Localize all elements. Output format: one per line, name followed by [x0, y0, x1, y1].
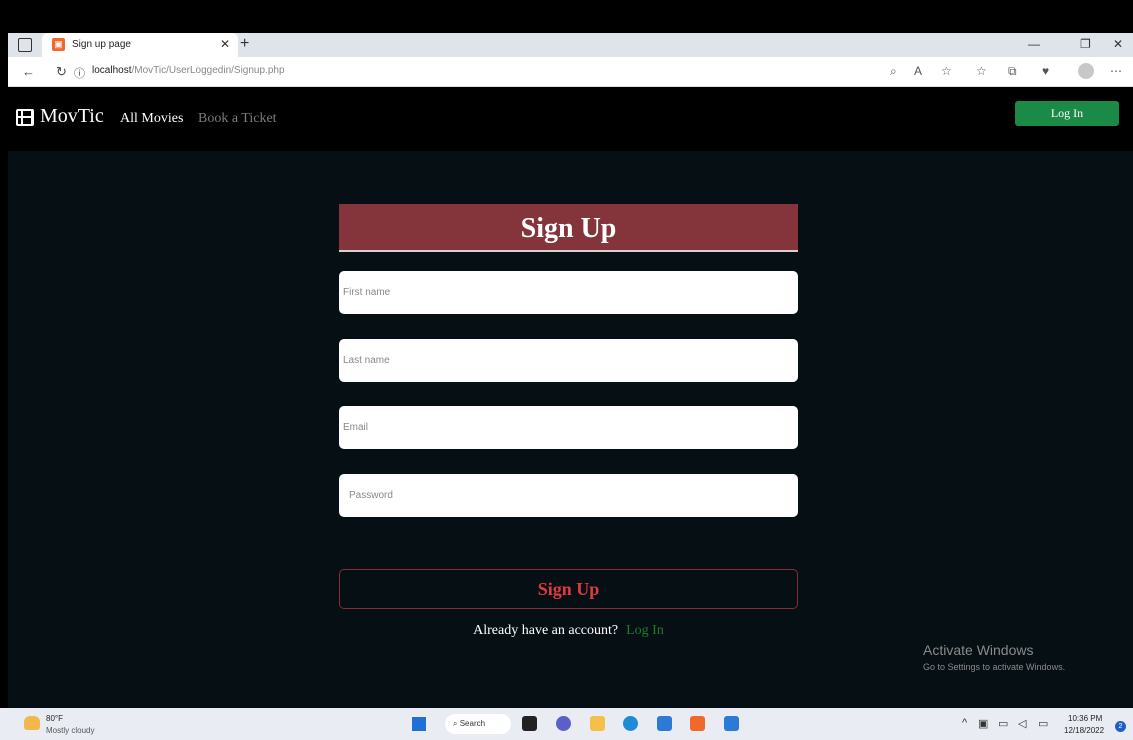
browser-toolbar: ← ↻ ⓘ localhost/MovTic/UserLoggedin/Sign… — [8, 57, 1133, 87]
more-menu-icon[interactable]: ⋯ — [1110, 64, 1122, 78]
last-name-field[interactable] — [339, 339, 798, 382]
weather-temp: 80°F — [46, 714, 63, 723]
profile-avatar[interactable] — [1078, 63, 1094, 79]
web-page: MovTic All Movies Book a Ticket Log In S… — [8, 87, 1133, 708]
add-favorite-icon[interactable]: ☆ — [941, 64, 952, 78]
favorites-icon[interactable]: ☆ — [976, 64, 987, 78]
login-prompt: Already have an account? Log In — [339, 623, 798, 639]
nav-all-movies[interactable]: All Movies — [120, 111, 183, 127]
network-icon[interactable]: ▭ — [998, 717, 1008, 730]
edge-browser-icon[interactable] — [623, 716, 638, 731]
signup-banner: Sign Up — [339, 204, 798, 252]
signup-submit-button[interactable]: Sign Up — [339, 569, 798, 609]
close-window-icon[interactable]: ✕ — [1113, 37, 1123, 51]
battery-icon[interactable]: ▭ — [1038, 717, 1048, 730]
clock-date[interactable]: 12/18/2022 — [1064, 726, 1104, 735]
login-link[interactable]: Log In — [626, 623, 664, 638]
start-icon[interactable] — [412, 717, 426, 731]
header-login-button[interactable]: Log In — [1015, 101, 1119, 126]
clock-time[interactable]: 10:36 PM — [1068, 714, 1102, 723]
address-bar[interactable]: localhost/MovTic/UserLoggedin/Signup.php — [92, 65, 285, 76]
activate-windows-watermark: Activate Windows Go to Settings to activ… — [923, 642, 1065, 672]
url-host: localhost — [92, 65, 132, 76]
search-icon: ⌕ — [453, 719, 460, 728]
back-icon[interactable]: ← — [22, 64, 35, 79]
search-label: Search — [459, 719, 486, 728]
windows-taskbar: 80°F Mostly cloudy ⌕ Search ^ ▣ ▭ ◁ ▭ 10… — [0, 708, 1133, 740]
browser-tab-strip: ▣ Sign up page ✕ + — ❐ ✕ — [8, 33, 1133, 57]
site-info-icon[interactable]: ⓘ — [74, 65, 85, 81]
tray-app-icon[interactable]: ▣ — [978, 717, 988, 730]
search-page-icon[interactable]: ⌕ — [890, 64, 897, 79]
password-field[interactable] — [339, 474, 798, 517]
tab-title: Sign up page — [72, 39, 131, 50]
first-name-field[interactable] — [339, 271, 798, 314]
email-field[interactable] — [339, 406, 798, 449]
restore-icon[interactable]: ❐ — [1080, 37, 1091, 51]
file-explorer-icon[interactable] — [590, 716, 605, 731]
site-header: MovTic All Movies Book a Ticket Log In — [8, 87, 1133, 151]
url-path: /MovTic/UserLoggedin/Signup.php — [131, 65, 285, 76]
notification-badge[interactable]: 2 — [1115, 721, 1126, 732]
film-icon — [16, 109, 34, 126]
close-tab-icon[interactable]: ✕ — [220, 37, 230, 51]
weather-icon[interactable] — [24, 716, 40, 730]
heart-icon[interactable]: ♥ — [1042, 64, 1049, 78]
read-aloud-icon[interactable]: A — [914, 64, 922, 78]
refresh-icon[interactable]: ↻ — [56, 64, 67, 80]
weather-description: Mostly cloudy — [46, 726, 95, 735]
favicon-icon: ▣ — [52, 38, 65, 51]
minimize-icon[interactable]: — — [1028, 37, 1040, 51]
nav-book-ticket[interactable]: Book a Ticket — [198, 111, 277, 127]
volume-icon[interactable]: ◁ — [1018, 717, 1026, 730]
watermark-subtitle: Go to Settings to activate Windows. — [923, 662, 1066, 672]
xampp-icon[interactable] — [690, 716, 705, 731]
chat-icon[interactable] — [556, 716, 571, 731]
chevron-up-icon[interactable]: ^ — [962, 717, 967, 729]
app-icon-2[interactable] — [724, 716, 739, 731]
account-prompt-text: Already have an account? — [473, 623, 619, 638]
task-view-icon[interactable] — [522, 716, 537, 731]
watermark-title: Activate Windows — [923, 642, 1034, 658]
screen-top-bar — [0, 0, 1133, 33]
brand-logo[interactable]: MovTic — [40, 105, 104, 128]
tab-actions-icon[interactable] — [18, 38, 32, 52]
browser-tab[interactable]: ▣ Sign up page ✕ — [42, 33, 238, 57]
page-title: Sign Up — [520, 213, 617, 244]
app-icon[interactable] — [657, 716, 672, 731]
taskbar-search[interactable]: ⌕ Search — [445, 714, 511, 734]
new-tab-icon[interactable]: + — [240, 35, 249, 53]
collections-icon[interactable]: ⧉ — [1008, 64, 1017, 79]
